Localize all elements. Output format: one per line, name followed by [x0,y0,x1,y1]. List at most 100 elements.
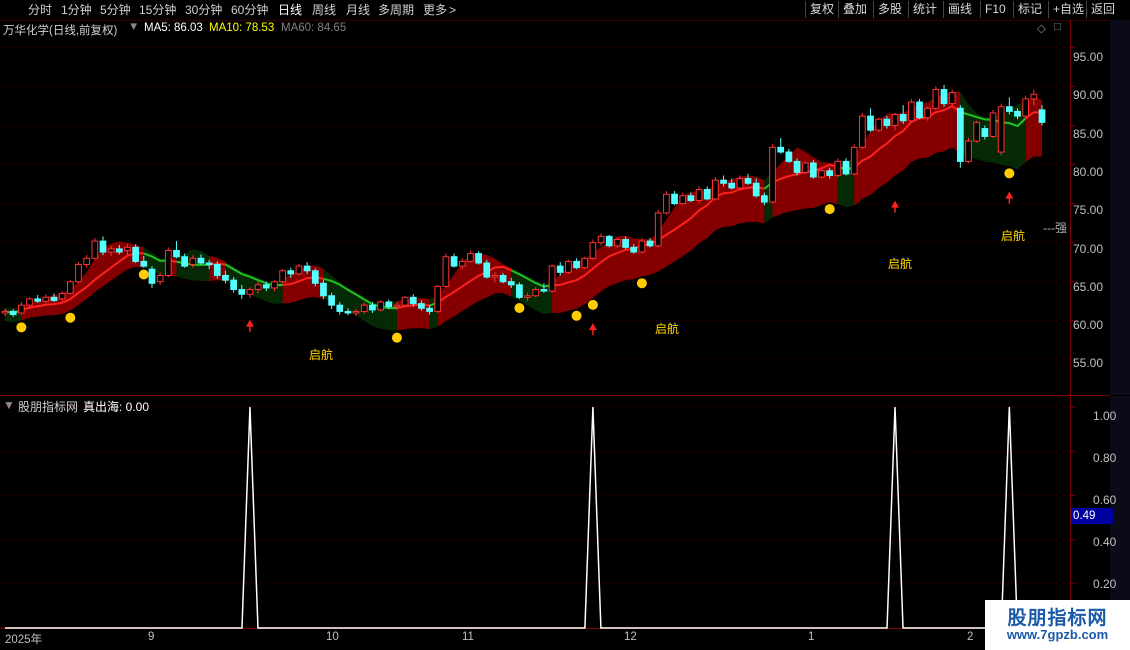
date-label-1: 1 [808,631,815,643]
candle-body [1005,106,1013,112]
ind-tick-080: 0.80 [1093,451,1117,465]
candle-body [744,178,752,184]
qihang-arrow-head [891,200,900,208]
candle-body [875,118,883,131]
qihang-label-1: 启航 [309,348,334,362]
candle-body [181,256,188,267]
date-label-10: 10 [326,631,339,643]
candle-body [589,242,597,259]
candle-body [369,304,376,311]
candle-body [17,304,25,314]
candle-body [736,178,744,189]
candle-body [393,304,401,308]
candle-body [132,246,140,262]
candle-body [75,264,82,283]
candle-body [246,289,254,295]
date-label-2: 2 [967,631,974,643]
candle-body [336,304,344,312]
candle-body [556,265,564,273]
candle-body [916,101,923,119]
date-label-11: 11 [462,631,474,643]
candle-body [1038,109,1046,123]
indicator-settings-icon[interactable]: ▼ [3,398,15,412]
candle-body [271,281,278,289]
signal-dot [16,322,27,333]
candle-body [1,310,9,314]
indicator-title[interactable]: 股朋指标网 [18,398,78,415]
candle-body [213,264,221,276]
candle-body [115,248,123,253]
signal-dot [65,312,76,323]
candle-body [605,235,613,247]
signal-dot [636,278,647,289]
candle-body [426,307,433,312]
y-tick-55: 55.00 [1073,356,1104,370]
candle-body [769,146,776,203]
candle-body [630,246,638,253]
candle-body [850,146,858,175]
candle-body [654,212,662,247]
y-tick-70: 70.00 [1073,242,1104,256]
signal-dot [587,299,598,310]
candle-body [695,189,703,201]
candle-body [785,151,793,162]
candle-body [712,179,719,200]
qihang-label-4: 启航 [1001,229,1026,243]
candle-body [124,246,131,251]
candle-body [973,121,981,142]
candle-body [532,289,540,297]
signal-dot [824,204,835,215]
candle-body [467,253,474,262]
y-tick-85: 85.00 [1073,127,1104,141]
y-tick-60: 60.00 [1073,318,1104,332]
candle-body [320,282,327,297]
candle-body [58,292,66,300]
candle-body [352,310,360,314]
watermark: 股朋指标网 www.7gpzb.com [985,600,1130,650]
signal-dot [571,310,582,321]
y-tick-95: 95.00 [1073,50,1104,64]
candle-body [83,257,91,266]
y-tick-80: 80.00 [1073,165,1104,179]
candle-body [548,265,556,292]
candle-body [687,195,695,201]
candle-body [671,193,678,205]
ind-tick-100: 1.00 [1093,409,1117,423]
candle-body [997,106,1005,153]
qihang-arrow-head [588,323,597,331]
qihang-arrow-head [1005,191,1014,199]
candle-body [752,182,760,197]
indicator-line [5,407,1042,629]
candle-body [1022,98,1030,117]
candle-body [728,182,736,189]
candle-body [140,260,148,267]
indicator-value: 真出海: 0.00 [83,400,150,414]
candle-body [148,268,156,284]
candle-body [956,107,964,162]
candle-body [303,265,311,272]
candle-body [173,249,180,258]
candle-body [948,92,956,105]
candle-body [810,162,817,178]
candle-body [516,284,523,298]
candle-body [222,274,229,281]
candle-body [377,301,384,311]
candle-body [507,281,515,286]
candle-body [573,260,580,269]
candle-body [663,193,670,214]
candle-body [907,101,915,122]
watermark-title: 股朋指标网 [1007,608,1108,629]
candle-body [597,235,605,244]
candle-body [834,160,842,176]
candle-body [899,114,907,122]
candle-body [483,262,491,278]
candle-body [891,114,899,126]
candle-body [646,240,654,247]
candle-body [205,262,213,266]
candle-body [826,170,834,176]
candle-body [409,296,417,305]
candle-body [450,256,458,267]
candle-body [924,107,932,119]
ind-tick-020: 0.20 [1093,577,1117,591]
kline-chart[interactable] [0,0,1130,650]
